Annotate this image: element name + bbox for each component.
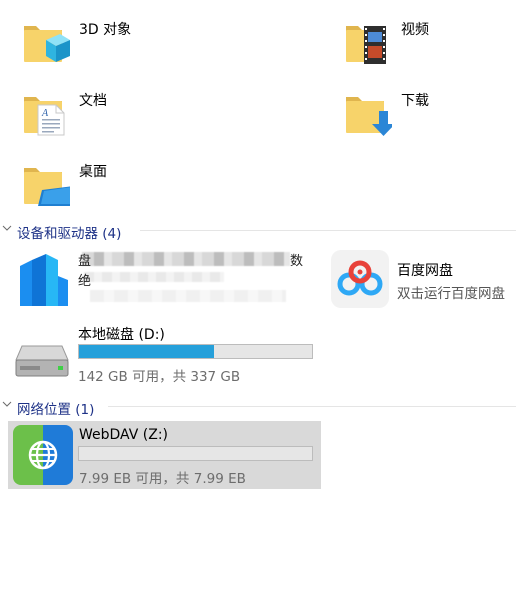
folder-documents[interactable]: A 文档 xyxy=(0,75,180,139)
section-divider xyxy=(140,230,516,231)
folder-label: 视频 xyxy=(401,22,429,38)
section-title: 设备和驱动器 (4) xyxy=(17,226,122,242)
device-subtitle: 双击运行百度网盘 xyxy=(397,286,505,302)
disk-usage-bar xyxy=(78,446,313,461)
3d-objects-folder-icon xyxy=(24,26,70,62)
redacted-text xyxy=(84,272,224,282)
globe-network-drive-icon xyxy=(13,425,73,485)
redacted-text xyxy=(90,290,286,302)
devices-section-header[interactable]: 设备和驱动器 (4) xyxy=(0,222,516,242)
downloads-folder-icon xyxy=(346,97,392,136)
folder-3d-objects[interactable]: 3D 对象 xyxy=(0,4,180,68)
network-section-header[interactable]: 网络位置 (1) xyxy=(0,398,516,418)
drive-webdav-z[interactable]: WebDAV (Z:) 7.99 EB 可用，共 7.99 EB xyxy=(8,421,321,489)
folder-downloads[interactable]: 下载 xyxy=(322,75,502,139)
drive-space: 7.99 EB 可用，共 7.99 EB xyxy=(79,471,246,487)
desktop-folder-icon xyxy=(24,168,70,206)
section-divider xyxy=(108,406,516,407)
documents-folder-icon: A xyxy=(24,97,65,136)
videos-folder-icon xyxy=(346,26,386,64)
chevron-down-icon xyxy=(2,225,12,231)
explorer-this-pc: { "folders": [ {"label": "3D 对象", "icon"… xyxy=(0,0,516,597)
folder-label: 桌面 xyxy=(79,164,107,180)
drive-local-disk-d[interactable]: 本地磁盘 (D:) 142 GB 可用，共 337 GB xyxy=(0,320,320,386)
hard-drive-icon xyxy=(15,345,69,377)
device-name: 百度网盘 xyxy=(397,263,453,279)
folder-label: 文档 xyxy=(79,93,107,109)
device-baidu-netdisk[interactable]: 百度网盘 双击运行百度网盘 xyxy=(322,246,516,312)
partial-char: 盘 xyxy=(78,254,92,269)
folder-label: 下载 xyxy=(401,93,429,109)
redacted-text xyxy=(82,252,290,266)
folder-videos[interactable]: 视频 xyxy=(322,4,502,68)
blue-app-icon xyxy=(20,254,68,306)
partial-char: 绝 xyxy=(78,274,92,289)
section-title: 网络位置 (1) xyxy=(17,402,95,418)
baidu-netdisk-icon xyxy=(331,250,389,308)
folder-desktop[interactable]: 桌面 xyxy=(0,146,180,210)
folder-label: 3D 对象 xyxy=(79,22,132,38)
drive-space: 142 GB 可用，共 337 GB xyxy=(78,369,241,385)
disk-usage-fill xyxy=(79,345,215,358)
svg-text:A: A xyxy=(41,108,49,119)
chevron-down-icon xyxy=(2,401,12,407)
disk-usage-bar xyxy=(78,344,313,359)
drive-name: WebDAV (Z:) xyxy=(79,427,168,443)
device-redacted-app[interactable]: 盘 数 绝 xyxy=(0,246,316,312)
partial-char: 数 xyxy=(290,254,304,269)
drive-name: 本地磁盘 (D:) xyxy=(78,327,165,343)
